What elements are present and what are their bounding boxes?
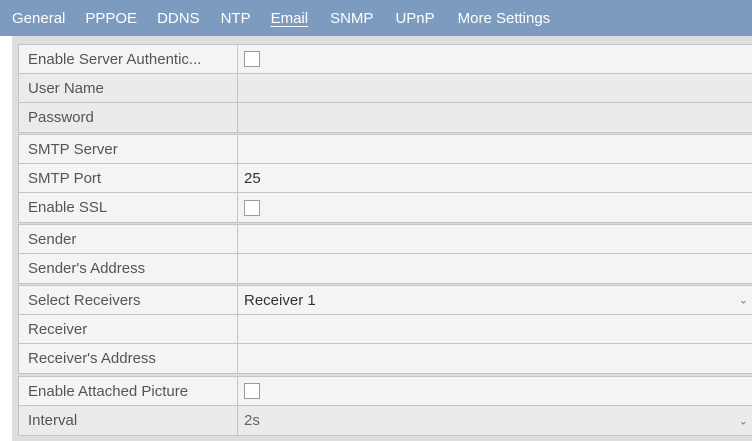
- username-field[interactable]: [238, 74, 752, 102]
- tab-more-settings[interactable]: More Settings: [458, 10, 551, 27]
- enable-auth-row: Enable Server Authentic...: [19, 45, 752, 74]
- sender-group: Sender Sender's Address: [18, 224, 752, 284]
- username-row: User Name: [19, 74, 752, 103]
- receiver-address-field[interactable]: [238, 344, 752, 373]
- smtp-group: SMTP Server SMTP Port 25 Enable SSL: [18, 134, 752, 223]
- tab-snmp[interactable]: SNMP: [330, 10, 373, 27]
- enable-ssl-label: Enable SSL: [19, 193, 238, 222]
- password-label: Password: [19, 103, 238, 132]
- smtp-server-label: SMTP Server: [19, 135, 238, 163]
- interval-label: Interval: [19, 406, 238, 435]
- attach-picture-label: Enable Attached Picture: [19, 377, 238, 405]
- enable-auth-checkbox[interactable]: [244, 51, 260, 67]
- receiver-row: Receiver: [19, 315, 752, 344]
- username-label: User Name: [19, 74, 238, 102]
- attach-picture-checkbox[interactable]: [244, 383, 260, 399]
- smtp-server-field[interactable]: [238, 135, 752, 163]
- tab-general[interactable]: General: [12, 10, 65, 27]
- sender-row: Sender: [19, 225, 752, 254]
- auth-group: Enable Server Authentic... User Name Pas…: [18, 44, 752, 133]
- tab-bar: General PPPOE DDNS NTP Email SNMP UPnP M…: [0, 0, 752, 36]
- enable-auth-cell: [238, 45, 752, 73]
- select-receivers-label: Select Receivers: [19, 286, 238, 314]
- enable-ssl-checkbox[interactable]: [244, 199, 260, 216]
- sender-address-field[interactable]: [238, 254, 752, 283]
- receiver-address-row: Receiver's Address: [19, 344, 752, 373]
- email-settings-panel: Enable Server Authentic... User Name Pas…: [12, 36, 752, 441]
- select-receivers-row: Select Receivers Receiver 1 ⌄: [19, 286, 752, 315]
- picture-group: Enable Attached Picture Interval 2s ⌄: [18, 376, 752, 436]
- chevron-down-icon: ⌄: [738, 294, 748, 307]
- chevron-down-icon: ⌄: [738, 415, 748, 427]
- interval-row: Interval 2s ⌄: [19, 406, 752, 435]
- smtp-server-row: SMTP Server: [19, 135, 752, 164]
- sender-label: Sender: [19, 225, 238, 253]
- enable-ssl-row: Enable SSL: [19, 193, 752, 222]
- receivers-group: Select Receivers Receiver 1 ⌄ Receiver R…: [18, 285, 752, 374]
- sender-address-label: Sender's Address: [19, 254, 238, 283]
- sender-field[interactable]: [238, 225, 752, 253]
- enable-auth-label: Enable Server Authentic...: [19, 45, 238, 73]
- select-receivers-dropdown[interactable]: Receiver 1 ⌄: [238, 286, 752, 314]
- interval-dropdown[interactable]: 2s ⌄: [238, 406, 752, 435]
- smtp-port-label: SMTP Port: [19, 164, 238, 192]
- tab-pppoe[interactable]: PPPOE: [85, 10, 137, 27]
- tab-ddns[interactable]: DDNS: [157, 10, 200, 27]
- receiver-address-label: Receiver's Address: [19, 344, 238, 373]
- select-receivers-value: Receiver 1: [244, 291, 316, 309]
- sender-address-row: Sender's Address: [19, 254, 752, 283]
- receiver-field[interactable]: [238, 315, 752, 343]
- attach-picture-cell: [238, 377, 752, 405]
- attach-picture-row: Enable Attached Picture: [19, 377, 752, 406]
- password-field[interactable]: [238, 103, 752, 132]
- tab-ntp[interactable]: NTP: [221, 10, 251, 27]
- smtp-port-row: SMTP Port 25: [19, 164, 752, 193]
- tab-email[interactable]: Email: [271, 10, 309, 27]
- password-row: Password: [19, 103, 752, 132]
- receiver-label: Receiver: [19, 315, 238, 343]
- interval-value: 2s: [244, 412, 260, 429]
- smtp-port-field[interactable]: 25: [238, 164, 752, 192]
- enable-ssl-cell: [238, 193, 752, 222]
- tab-upnp[interactable]: UPnP: [395, 10, 434, 27]
